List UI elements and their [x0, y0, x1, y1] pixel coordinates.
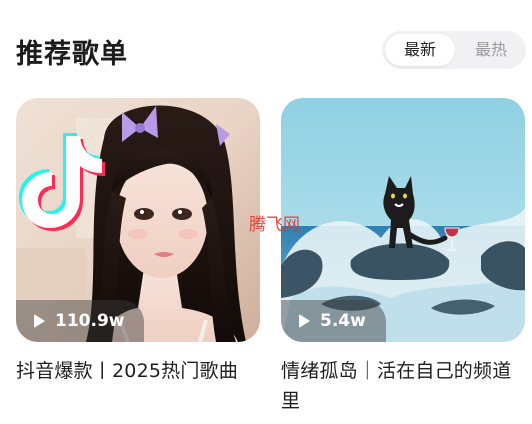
section-title: 推荐歌单 — [16, 39, 128, 70]
playlist-title[interactable]: 情绪孤岛｜活在自己的频道里 — [281, 356, 525, 416]
playlist-cover[interactable]: 110.9w — [16, 98, 260, 342]
page: 推荐歌单 最新 最热 110.9w 抖音爆款丨2025热门歌曲 5.4w 情绪孤… — [0, 0, 532, 424]
sort-option-hottest[interactable]: 最热 — [456, 34, 526, 66]
play-icon — [34, 314, 45, 328]
playlist-title[interactable]: 抖音爆款丨2025热门歌曲 — [16, 356, 260, 386]
playlist-card[interactable]: 5.4w 情绪孤岛｜活在自己的频道里 — [281, 98, 525, 416]
section-header: 推荐歌单 最新 最热 — [16, 26, 526, 74]
playlist-card[interactable]: 110.9w 抖音爆款丨2025热门歌曲 — [16, 98, 260, 386]
play-count-badge[interactable]: 5.4w — [281, 300, 386, 342]
play-icon — [299, 314, 310, 328]
play-count: 110.9w — [55, 311, 125, 331]
sort-toggle[interactable]: 最新 最热 — [382, 31, 526, 69]
watermark-text: 腾飞网 — [249, 215, 300, 235]
play-count: 5.4w — [320, 311, 366, 331]
play-count-badge[interactable]: 110.9w — [16, 300, 145, 342]
sort-option-newest[interactable]: 最新 — [385, 34, 455, 66]
playlist-cover[interactable]: 5.4w — [281, 98, 525, 342]
